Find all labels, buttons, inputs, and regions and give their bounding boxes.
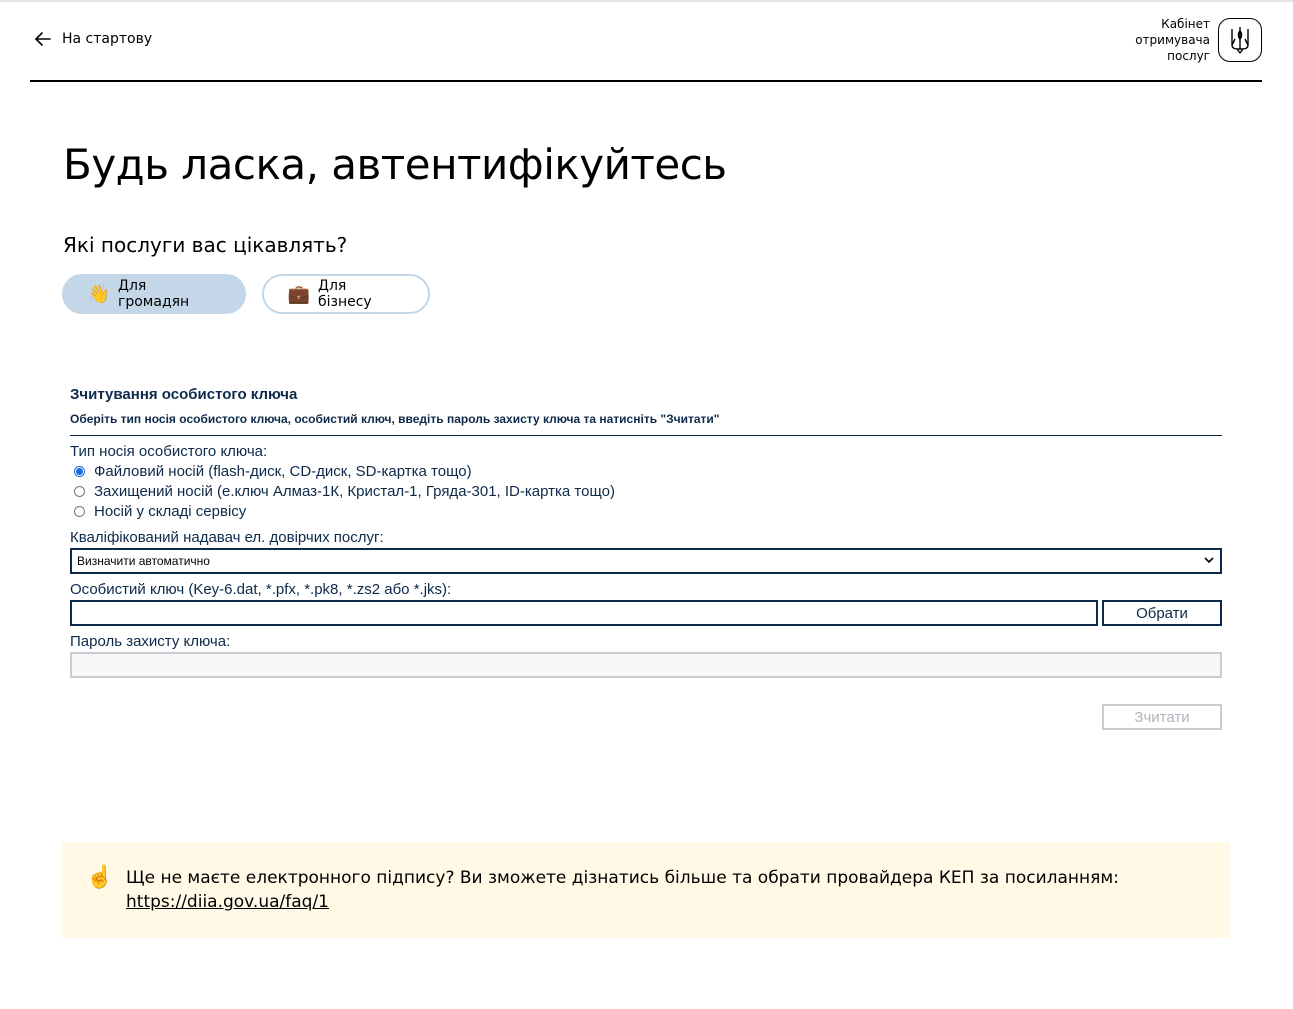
for-citizens-button[interactable]: 👋 Для громадян <box>62 274 246 314</box>
carrier-option-label: Файловий носій (flash-диск, CD-диск, SD-… <box>94 463 472 480</box>
carrier-type-label: Тип носія особистого ключа: <box>70 443 268 460</box>
private-key-file-field[interactable] <box>70 600 1098 626</box>
password-label: Пароль захисту ключа: <box>70 633 231 650</box>
header: На стартову Кабінет отримувача послуг <box>30 2 1262 82</box>
provider-selected-value: Визначити автоматично <box>77 554 210 568</box>
arrow-left-icon <box>35 32 51 46</box>
faq-link[interactable]: https://diia.gov.ua/faq/1 <box>126 892 329 912</box>
form-title: Зчитування особистого ключа <box>70 386 298 403</box>
page-title: Будь ласка, автентифікуйтесь <box>63 140 727 189</box>
briefcase-icon: 💼 <box>287 283 311 305</box>
for-business-label: Для бізнесу <box>318 278 372 310</box>
browse-button[interactable]: Обрати <box>1102 600 1222 626</box>
note-text: Ще не маєте електронного підпису? Ви змо… <box>126 868 1119 888</box>
pointing-up-hand-icon: ☝️ <box>86 864 114 889</box>
chevron-down-icon <box>1204 557 1214 564</box>
waving-hand-icon: 👋 <box>87 283 111 305</box>
for-citizens-label: Для громадян <box>118 278 190 310</box>
private-key-label: Особистий ключ (Key-6.dat, *.pfx, *.pk8,… <box>70 581 452 598</box>
radio-unchecked[interactable] <box>74 506 85 517</box>
cabinet-logo[interactable]: Кабінет отримувача послуг <box>1135 16 1262 64</box>
cabinet-title: Кабінет отримувача послуг <box>1135 17 1210 63</box>
carrier-option-protected[interactable]: Захищений носій (е.ключ Алмаз-1К, Криста… <box>74 483 615 500</box>
back-label: На стартову <box>62 31 153 47</box>
provider-label: Кваліфікований надавач ел. довірчих посл… <box>70 529 384 546</box>
provider-select[interactable]: Визначити автоматично <box>70 548 1222 574</box>
services-question: Які послуги вас цікавлять? <box>63 233 348 257</box>
read-key-button[interactable]: Зчитати <box>1102 704 1222 730</box>
carrier-option-file[interactable]: Файловий носій (flash-диск, CD-диск, SD-… <box>74 463 472 480</box>
radio-checked[interactable] <box>74 466 85 477</box>
no-signature-note: ☝️ Ще не маєте електронного підпису? Ви … <box>62 842 1230 938</box>
back-to-start-link[interactable]: На стартову <box>34 30 152 48</box>
trident-emblem-icon <box>1218 18 1262 62</box>
radio-unchecked[interactable] <box>74 486 85 497</box>
note-text-block: Ще не маєте електронного підпису? Ви змо… <box>126 866 1206 914</box>
carrier-option-label: Носій у складі сервісу <box>94 503 247 520</box>
carrier-option-service[interactable]: Носій у складі сервісу <box>74 503 246 520</box>
password-field[interactable] <box>70 652 1222 678</box>
form-divider <box>70 435 1222 436</box>
carrier-option-label: Захищений носій (е.ключ Алмаз-1К, Криста… <box>94 483 615 500</box>
form-subtitle: Оберіть тип носія особистого ключа, особ… <box>70 412 720 426</box>
for-business-button[interactable]: 💼 Для бізнесу <box>262 274 430 314</box>
